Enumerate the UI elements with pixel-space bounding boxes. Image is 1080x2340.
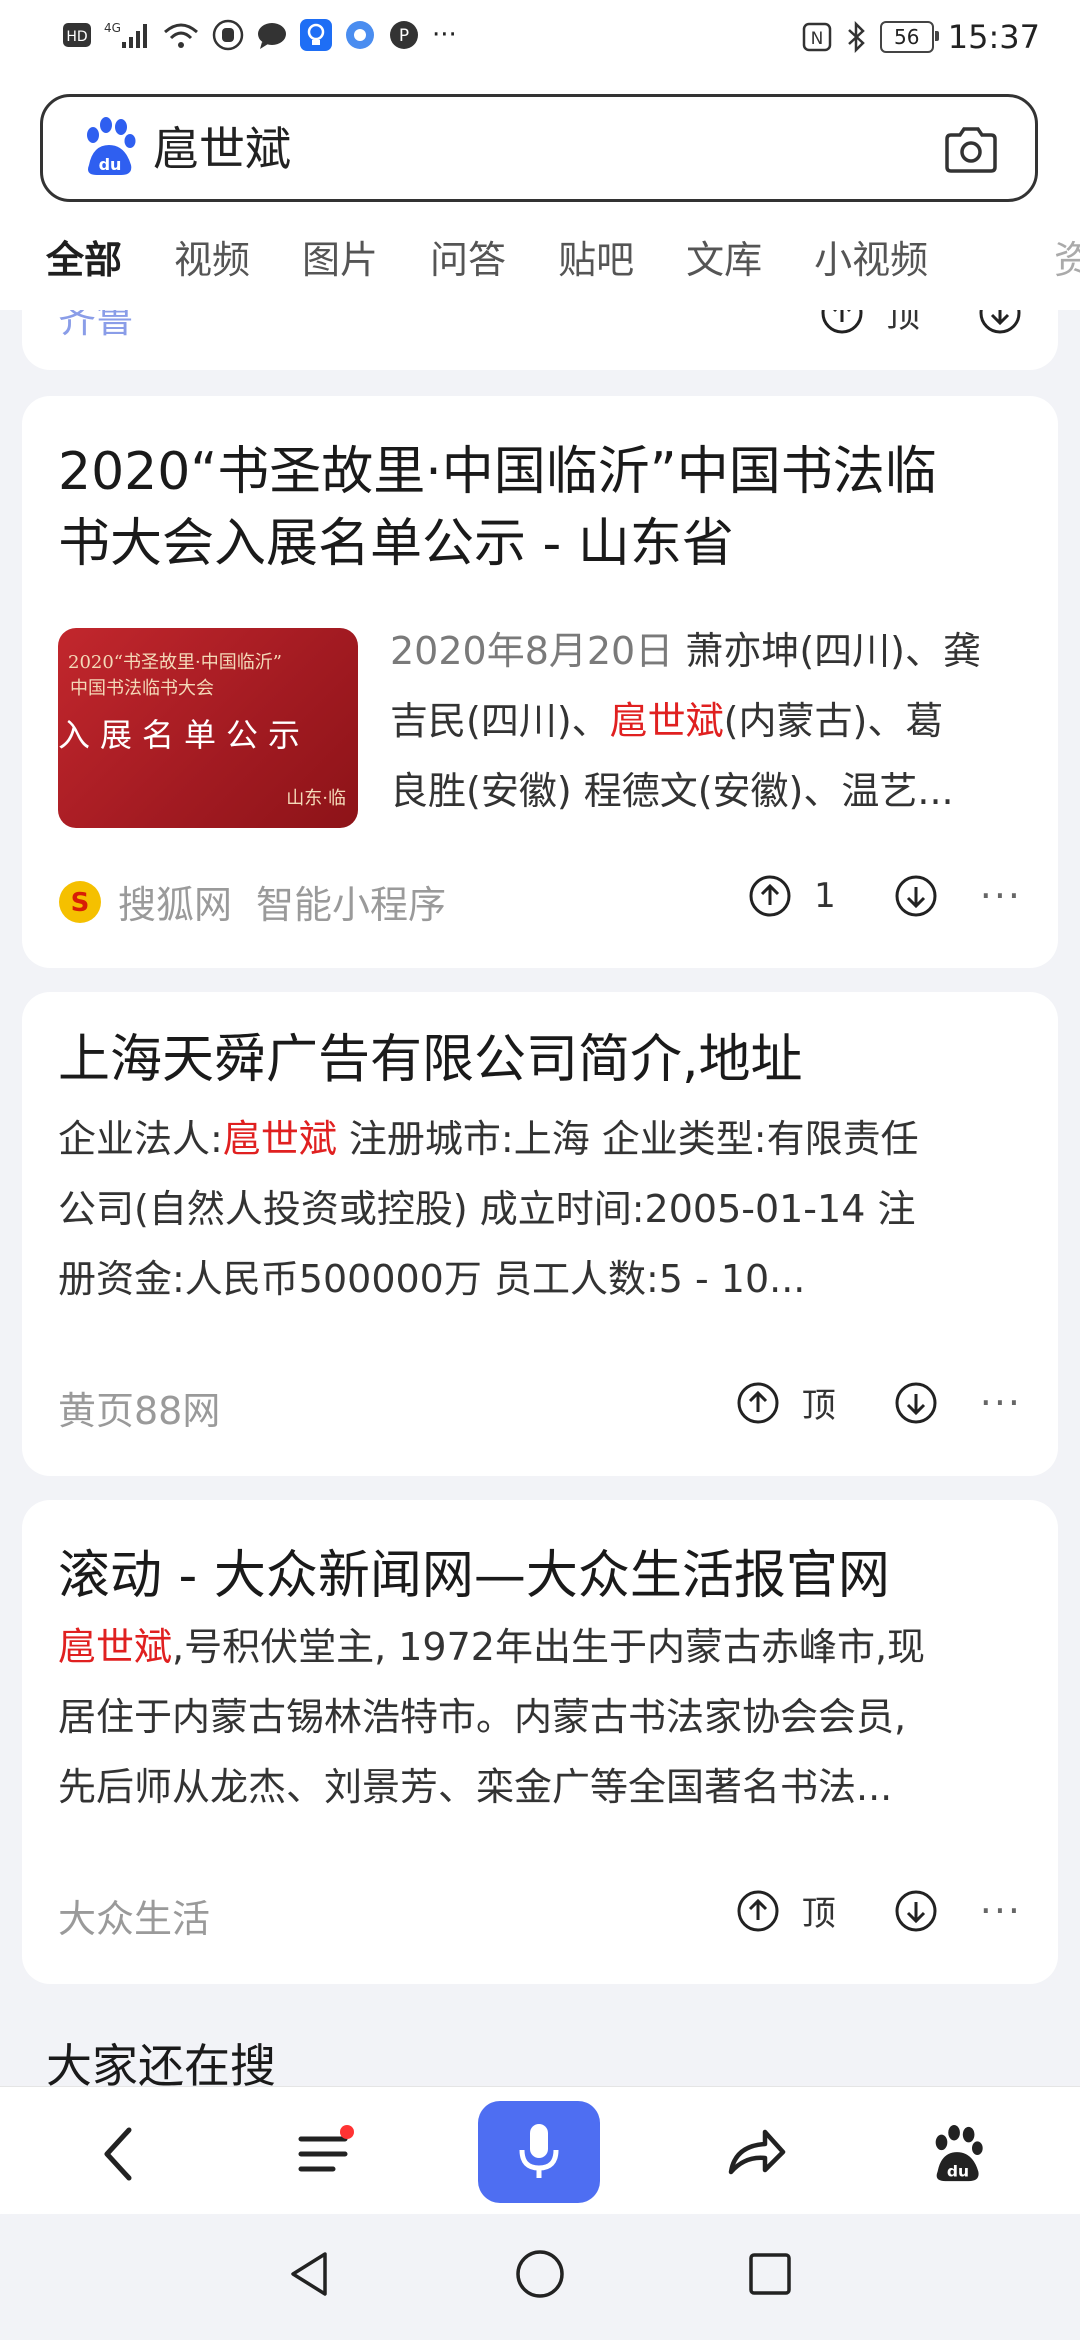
thumb-text: 中国书法临书大会 <box>70 678 214 699</box>
browser-app-icon <box>344 18 376 52</box>
result-title[interactable]: 滚动 - 大众新闻网—大众生活报官网 <box>58 1540 890 1612</box>
system-back-icon[interactable] <box>280 2244 340 2304</box>
baidu-home-icon[interactable]: du <box>912 2109 1002 2199</box>
system-recents-icon[interactable] <box>740 2244 800 2304</box>
status-bar: HD 4G P ··· N 56 15:37 <box>0 0 1080 80</box>
upvote-label: 顶 <box>801 1894 836 1934</box>
notification-dot <box>340 2125 354 2139</box>
source-name: 黄页88网 <box>58 1389 221 1433</box>
result-snippet: 扈世斌,号积伏堂主, 1972年出生于内蒙古赤峰市,现 居住于内蒙古锡林浩特市。… <box>58 1625 926 1809</box>
source-name: 大众生活 <box>58 1897 211 1941</box>
system-nav-bar <box>0 2214 1080 2340</box>
upvote-icon[interactable] <box>736 1889 780 1933</box>
svg-text:du: du <box>947 2162 969 2180</box>
battery-indicator: 56 <box>879 21 939 53</box>
result-tabs: 全部 视频 图片 问答 贴吧 文库 小视频 <box>46 230 980 290</box>
more-options-icon[interactable]: ··· <box>980 874 1022 918</box>
message-icon <box>256 18 288 52</box>
more-options-icon[interactable]: ··· <box>980 1381 1022 1425</box>
mini-program-label: 智能小程序 <box>256 883 447 927</box>
more-options-icon[interactable]: ··· <box>980 1889 1022 1933</box>
result-actions: 顶 ··· <box>736 1378 1022 1427</box>
result-card-previous[interactable]: 齐鲁 顶 <box>22 310 1058 370</box>
camera-icon[interactable] <box>943 125 999 175</box>
result-actions: 1 ··· <box>748 874 1022 918</box>
system-home-icon[interactable] <box>510 2244 570 2304</box>
result-card[interactable]: 2020“书圣故里·中国临沂”中国书法临 书大会入展名单公示 - 山东省 202… <box>22 396 1058 968</box>
result-card[interactable]: 上海天舜广告有限公司简介,地址 企业法人:扈世斌 注册城市:上海 企业类型:有限… <box>22 992 1058 1476</box>
thumb-text: 2020“书圣故里·中国临沂” <box>68 652 282 673</box>
wifi-icon <box>162 18 200 52</box>
result-snippet: 2020年8月20日 萧亦坤(四川)、龚 吉民(四川)、扈世斌(内蒙古)、葛 良… <box>390 629 981 813</box>
voice-search-button[interactable] <box>478 2101 600 2203</box>
sohu-logo-icon: S <box>59 880 101 923</box>
upvote-label: 顶 <box>801 1386 836 1426</box>
prev-actions: 顶 <box>820 310 1022 337</box>
clock: 15:37 <box>947 18 1040 56</box>
downvote-icon[interactable] <box>894 1889 938 1933</box>
search-input[interactable]: du 扈世斌 <box>40 94 1038 202</box>
result-source[interactable]: S 搜狐网 智能小程序 <box>58 874 446 929</box>
tab-images[interactable]: 图片 <box>302 230 378 290</box>
hd-icon: HD <box>62 18 92 52</box>
tab-short-video[interactable]: 小视频 <box>814 230 928 290</box>
source-name: 搜狐网 <box>118 883 233 927</box>
svg-text:HD: HD <box>66 29 87 45</box>
downvote-icon[interactable] <box>894 1381 938 1425</box>
tab-overflow[interactable]: 资 <box>1054 230 1080 290</box>
thumb-text: 入展名单公示 <box>58 716 311 754</box>
result-source[interactable]: 大众生活 <box>58 1888 210 1943</box>
search-query[interactable]: 扈世斌 <box>153 119 291 179</box>
svg-text:S: S <box>71 888 90 918</box>
result-actions: 顶 ··· <box>736 1886 1022 1935</box>
search-header: du 扈世斌 全部 视频 图片 问答 贴吧 文库 小视频 资 <box>0 80 1080 310</box>
more-notifications-icon: ··· <box>432 20 457 50</box>
signal-icon: 4G <box>104 18 150 52</box>
bulb-app-icon <box>300 18 332 52</box>
prev-upvote-label: 顶 <box>886 310 920 336</box>
svg-text:4G: 4G <box>104 21 121 35</box>
bluetooth-icon <box>846 20 866 54</box>
hand-icon <box>212 18 244 52</box>
upvote-icon[interactable] <box>736 1381 780 1425</box>
svg-text:P: P <box>399 26 409 46</box>
bottom-nav: du <box>0 2086 1080 2215</box>
upvote-count: 1 <box>814 876 836 916</box>
baidu-logo-icon: du <box>79 115 139 179</box>
result-title[interactable]: 上海天舜广告有限公司简介,地址 <box>58 1024 803 1096</box>
tab-all[interactable]: 全部 <box>46 230 122 290</box>
svg-text:du: du <box>99 155 122 174</box>
prev-source-fragment: 齐鲁 <box>58 310 135 341</box>
p-app-icon: P <box>388 18 420 52</box>
thumb-text: 山东·临 <box>286 788 346 809</box>
result-snippet: 企业法人:扈世斌 注册城市:上海 企业类型:有限责任 公司(自然人投资或控股) … <box>58 1117 919 1301</box>
result-thumbnail[interactable]: 2020“书圣故里·中国临沂” 中国书法临书大会 入展名单公示 山东·临 <box>58 628 358 828</box>
back-icon[interactable] <box>74 2109 164 2199</box>
tab-qa[interactable]: 问答 <box>430 230 506 290</box>
tab-video[interactable]: 视频 <box>174 230 250 290</box>
nfc-icon: N <box>802 20 832 54</box>
upvote-icon[interactable] <box>748 874 792 918</box>
result-card[interactable]: 滚动 - 大众新闻网—大众生活报官网 扈世斌,号积伏堂主, 1972年出生于内蒙… <box>22 1500 1058 1984</box>
upvote-icon[interactable] <box>820 310 864 335</box>
result-source[interactable]: 黄页88网 <box>58 1380 220 1435</box>
svg-text:N: N <box>810 29 823 49</box>
downvote-icon[interactable] <box>894 874 938 918</box>
tab-tieba[interactable]: 贴吧 <box>558 230 634 290</box>
microphone-icon <box>519 2124 559 2178</box>
menu-icon[interactable] <box>278 2109 368 2199</box>
tab-wenku[interactable]: 文库 <box>686 230 762 290</box>
result-title[interactable]: 2020“书圣故里·中国临沂”中国书法临 书大会入展名单公示 - 山东省 <box>58 436 937 580</box>
share-icon[interactable] <box>712 2109 802 2199</box>
downvote-icon[interactable] <box>978 310 1022 335</box>
